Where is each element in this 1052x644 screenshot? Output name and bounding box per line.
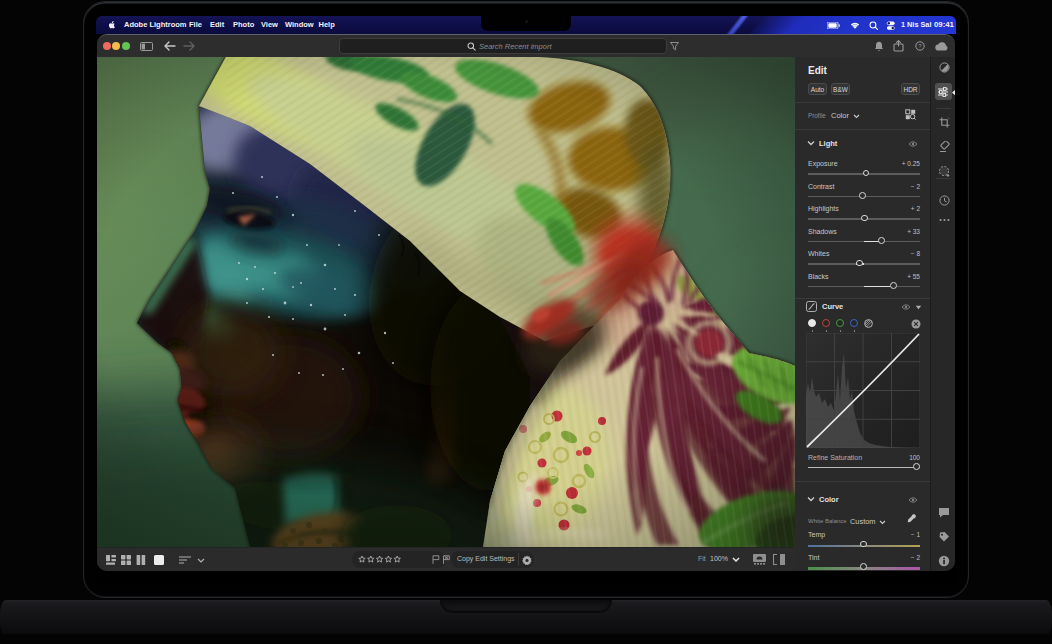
svg-text:?: ? <box>918 43 922 49</box>
